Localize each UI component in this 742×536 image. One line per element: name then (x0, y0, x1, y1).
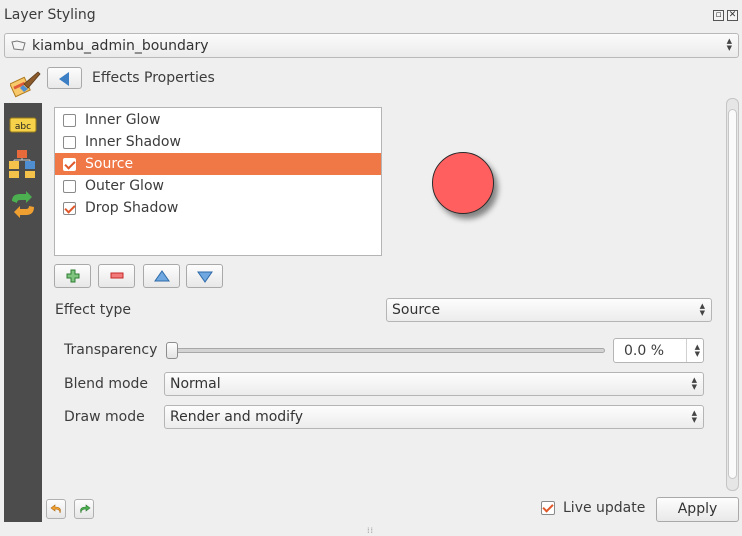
undo-icon (50, 504, 61, 514)
list-item-source[interactable]: Source (55, 153, 381, 175)
layer-select-value: kiambu_admin_boundary (32, 37, 209, 54)
move-down-button[interactable] (186, 264, 223, 288)
effect-checkbox[interactable] (63, 113, 76, 127)
sidebar-item-layer-order[interactable] (8, 149, 38, 178)
effects-list[interactable]: Inner Glow Inner Shadow Source Outer Glo… (54, 107, 382, 256)
remove-effect-button[interactable] (98, 264, 135, 288)
transparency-value: 0.0 % (624, 342, 665, 359)
effect-checkbox[interactable] (63, 135, 76, 149)
layers-tree-icon (9, 150, 35, 178)
effect-type-select[interactable]: Source ▲ ▼ (386, 298, 712, 322)
restore-icon[interactable]: ▫ (713, 10, 724, 21)
live-update-label: Live update (563, 500, 646, 516)
list-item-inner-glow[interactable]: Inner Glow (55, 109, 381, 131)
resize-grip[interactable]: ⁞⁞ (367, 526, 374, 535)
undo-button[interactable] (46, 499, 66, 519)
effect-type-value: Source (392, 302, 441, 318)
draw-mode-value: Render and modify (170, 409, 304, 425)
redo-button[interactable] (74, 499, 94, 519)
move-down-icon (197, 271, 213, 283)
scrollbar-thumb[interactable] (728, 109, 737, 479)
close-icon[interactable]: ✕ (727, 10, 738, 21)
sidebar-item-history[interactable] (8, 191, 38, 219)
window-title: Layer Styling (4, 7, 96, 23)
effect-checkbox[interactable] (63, 201, 76, 215)
effect-label: Drop Shadow (85, 200, 179, 216)
window-controls: ▫ ✕ (713, 10, 738, 21)
transparency-label: Transparency (64, 342, 158, 358)
effect-preview (432, 152, 494, 214)
effect-label: Inner Shadow (85, 134, 181, 150)
move-up-button[interactable] (143, 264, 180, 288)
redo-icon (80, 504, 91, 514)
svg-text:abc: abc (15, 122, 31, 132)
transparency-spinbox[interactable]: 0.0 % ▲ ▼ (613, 338, 704, 363)
layer-select[interactable]: kiambu_admin_boundary ▲ ▼ (4, 33, 739, 58)
panel-heading: Effects Properties (92, 70, 215, 86)
chevron-up-down-icon: ▲ ▼ (726, 37, 732, 52)
back-arrow-icon (59, 72, 69, 86)
list-item-drop-shadow[interactable]: Drop Shadow (55, 197, 381, 219)
transparency-slider-handle[interactable] (166, 342, 178, 359)
chevron-up-down-icon: ▲ ▼ (691, 409, 697, 424)
transparency-slider-track[interactable] (172, 348, 605, 353)
effect-checkbox[interactable] (63, 179, 76, 193)
move-up-icon (154, 270, 170, 282)
blend-mode-label: Blend mode (64, 376, 149, 392)
add-icon (66, 269, 80, 283)
effect-checkbox[interactable] (63, 157, 76, 171)
list-item-inner-shadow[interactable]: Inner Shadow (55, 131, 381, 153)
effect-label: Outer Glow (85, 178, 164, 194)
chevron-up-down-icon: ▲ ▼ (691, 376, 697, 391)
style-sidebar: abc (4, 103, 42, 522)
history-icon (12, 191, 34, 218)
spin-arrows-icon[interactable]: ▲ ▼ (695, 344, 700, 358)
chevron-up-down-icon: ▲ ▼ (699, 302, 705, 317)
effect-type-label: Effect type (55, 302, 132, 318)
blend-mode-value: Normal (170, 376, 221, 392)
panel-scrollbar[interactable] (726, 98, 739, 491)
effect-label: Inner Glow (85, 112, 161, 128)
list-item-outer-glow[interactable]: Outer Glow (55, 175, 381, 197)
blend-mode-select[interactable]: Normal ▲ ▼ (164, 372, 704, 396)
sidebar-item-labels[interactable]: abc (8, 113, 38, 141)
back-button[interactable] (47, 67, 82, 89)
effect-label: Source (85, 156, 134, 172)
draw-mode-select[interactable]: Render and modify ▲ ▼ (164, 405, 704, 429)
apply-button[interactable]: Apply (656, 497, 739, 522)
remove-icon (110, 272, 124, 279)
paintbrush-icon (10, 71, 41, 98)
add-effect-button[interactable] (54, 264, 91, 288)
polygon-layer-icon (11, 39, 26, 51)
live-update-checkbox[interactable] (541, 501, 555, 515)
draw-mode-label: Draw mode (64, 409, 145, 425)
label-abc-icon: abc (9, 117, 37, 133)
